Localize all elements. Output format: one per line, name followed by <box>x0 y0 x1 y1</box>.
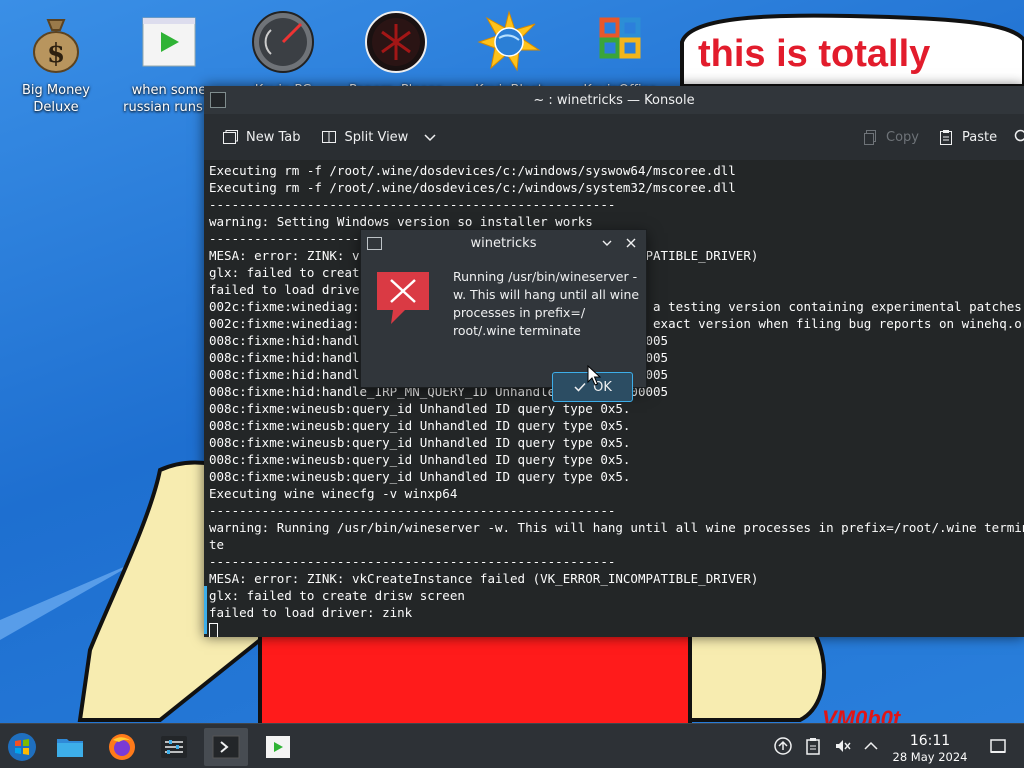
terminal-line: 008c:fixme:wineusb:query_id Unhandled ID… <box>209 469 631 484</box>
video-player-icon <box>142 17 196 67</box>
clipboard-icon[interactable] <box>804 737 822 755</box>
search-icon[interactable] <box>1014 129 1024 145</box>
terminal-prompt-line <box>209 621 1024 637</box>
terminal-line: ----------------------------------------… <box>209 197 616 212</box>
terminal-line: warning: Running /usr/bin/wineserver -w.… <box>209 520 1024 535</box>
mixer-settings-button[interactable] <box>152 728 196 766</box>
copy-button[interactable]: Copy <box>854 122 927 152</box>
file-manager-button[interactable] <box>48 728 92 766</box>
mouse-pointer-icon <box>587 365 601 386</box>
dialog-message: Running /usr/bin/wineserver -w. This wil… <box>453 269 640 338</box>
split-view-button[interactable]: Split View <box>313 122 447 152</box>
video-taskbar-button[interactable] <box>256 728 300 766</box>
paste-button[interactable]: Paste <box>930 122 1005 152</box>
terminal-line: 008c:fixme:wineusb:query_id Unhandled ID… <box>209 401 631 416</box>
clock-date: 28 May 2024 <box>892 750 968 764</box>
konsole-titlebar[interactable]: ~ : winetricks — Konsole <box>204 86 1024 114</box>
show-desktop-icon[interactable] <box>989 737 1007 755</box>
speech-bubble-text: this is totally <box>698 33 930 75</box>
error-icon <box>377 272 429 324</box>
paste-icon <box>940 130 952 145</box>
office-grid-icon <box>599 17 641 59</box>
text-cursor <box>209 622 218 637</box>
dialog-titlebar[interactable]: winetricks <box>361 230 646 256</box>
selection-marker <box>204 586 207 634</box>
split-view-label: Split View <box>344 129 409 145</box>
terminal-line: ----------------------------------------… <box>209 503 616 518</box>
taskbar: 16:11 28 May 2024 <box>0 723 1024 768</box>
volume-muted-icon[interactable] <box>834 737 852 755</box>
terminal-line: failed to load driver: zink <box>209 605 413 620</box>
window-menu-icon[interactable] <box>367 236 382 250</box>
papers-please-icon <box>365 11 427 73</box>
konsole-taskbar-button[interactable] <box>204 728 248 766</box>
terminal-line: te <box>209 537 225 552</box>
new-tab-icon <box>223 130 238 144</box>
starburst-globe-icon <box>477 10 541 72</box>
new-tab-label: New Tab <box>246 129 301 145</box>
close-icon[interactable] <box>624 236 638 250</box>
speedometer-icon <box>252 11 314 73</box>
split-view-icon <box>321 131 336 143</box>
paste-label: Paste <box>962 129 998 145</box>
start-menu-icon <box>8 733 36 761</box>
terminal-line: 008c:fixme:wineusb:query_id Unhandled ID… <box>209 452 631 467</box>
money-bag-icon: $ <box>33 19 79 73</box>
copy-icon <box>864 130 876 145</box>
checkmark-icon <box>574 382 586 392</box>
konsole-toolbar: New Tab Split View Copy Paste <box>204 114 1024 161</box>
firefox-button[interactable] <box>100 728 144 766</box>
minimize-icon[interactable] <box>600 236 614 250</box>
updates-icon[interactable] <box>774 737 792 755</box>
desktop-icon-label: Big Money Deluxe <box>21 83 90 115</box>
start-menu-button[interactable] <box>0 728 44 766</box>
chevron-down-icon[interactable] <box>422 129 438 145</box>
terminal-line: MESA: error: ZINK: vkCreateInstance fail… <box>209 571 759 586</box>
terminal-line: 008c:fixme:wineusb:query_id Unhandled ID… <box>209 435 631 450</box>
terminal-line: warning: Setting Windows version so inst… <box>209 214 593 229</box>
chevron-up-icon[interactable] <box>862 737 880 755</box>
clock[interactable]: 16:11 28 May 2024 <box>882 733 978 765</box>
firefox-icon <box>109 734 135 760</box>
terminal-line: Executing rm -f /root/.wine/dosdevices/c… <box>209 163 736 178</box>
new-tab-button[interactable]: New Tab <box>214 122 309 152</box>
window-title: ~ : winetricks — Konsole <box>533 92 695 108</box>
video-player-icon <box>266 736 290 758</box>
desktop-icon-big-money-deluxe[interactable]: $ Big Money Deluxe <box>4 10 108 116</box>
terminal-line: ----------------------------------------… <box>209 554 616 569</box>
window-menu-icon[interactable] <box>210 92 226 108</box>
mixer-settings-icon <box>161 736 187 758</box>
konsole-icon <box>212 735 240 759</box>
clock-time: 16:11 <box>909 733 951 749</box>
winetricks-dialog[interactable]: winetricks Running /usr/bin/wineserver -… <box>360 229 647 402</box>
copy-label: Copy <box>886 129 919 145</box>
terminal-line: 008c:fixme:wineusb:query_id Unhandled ID… <box>209 418 631 433</box>
terminal-line: glx: failed to create drisw screen <box>209 588 465 603</box>
svg-text:$: $ <box>47 39 65 69</box>
terminal-line: Executing wine winecfg -v winxp64 <box>209 486 458 501</box>
terminal-line: Executing rm -f /root/.wine/dosdevices/c… <box>209 180 736 195</box>
file-manager-icon <box>57 739 83 757</box>
